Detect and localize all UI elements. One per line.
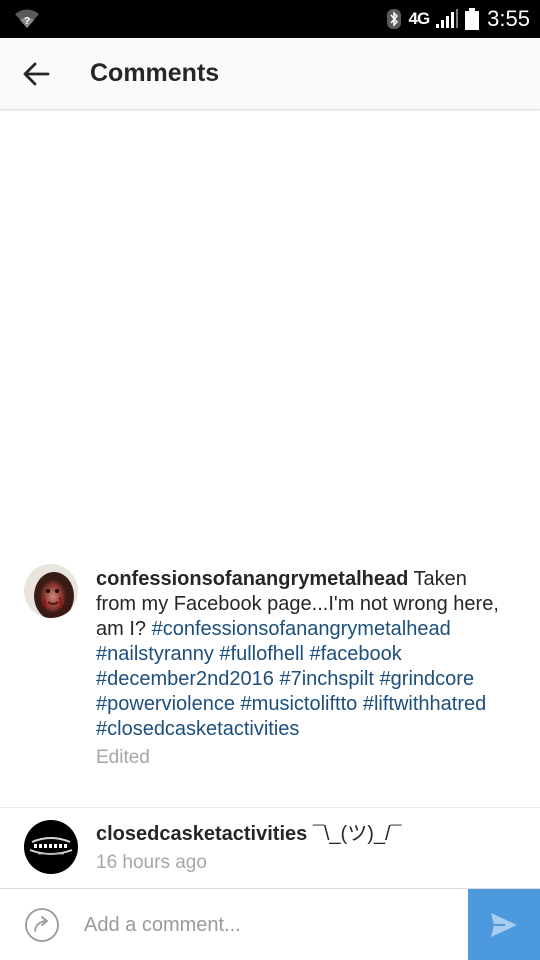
user-avatar-icon: [24, 564, 78, 618]
avatar[interactable]: [24, 564, 78, 618]
hashtag-link[interactable]: #december2nd2016: [96, 668, 274, 690]
hashtag-link[interactable]: #liftwithhatred: [363, 693, 486, 715]
comment-body: confessionsofanangrymetalhead Taken from…: [96, 567, 510, 770]
comment-input[interactable]: [84, 907, 454, 943]
comment-composer: [0, 888, 540, 960]
wifi-icon: ?: [15, 9, 39, 28]
hashtag-link[interactable]: #confessionsofanangrymetalhead: [152, 618, 451, 640]
hashtag-link[interactable]: #grindcore: [380, 668, 475, 690]
hashtag-link[interactable]: #musictoliftto: [241, 693, 358, 715]
bluetooth-icon: [387, 9, 402, 29]
hashtag-link[interactable]: #facebook: [309, 643, 401, 665]
caption-comment: confessionsofanangrymetalhead Taken from…: [0, 562, 540, 806]
battery-icon: [465, 8, 480, 30]
hashtag-link[interactable]: #powerviolence: [96, 693, 235, 715]
hashtag-link[interactable]: #nailstyranny: [96, 643, 214, 665]
send-button[interactable]: [468, 889, 540, 960]
status-time: 3:55: [487, 6, 530, 31]
reply-comment: closedcasketactivities ¯\_(ツ)_/¯ 16 hour…: [0, 807, 540, 888]
comment-username[interactable]: closedcasketactivities: [96, 823, 307, 845]
status-bar: ? 4G 3:55: [0, 0, 540, 38]
hashtag-link[interactable]: #fullofhell: [219, 643, 304, 665]
avatar[interactable]: [24, 820, 78, 874]
network-type: 4G: [408, 9, 430, 28]
comment-timestamp: 16 hours ago: [96, 852, 207, 873]
comment-body: closedcasketactivities ¯\_(ツ)_/¯ 16 hour…: [96, 822, 510, 875]
arrow-left-icon: [23, 62, 50, 86]
comment-username[interactable]: confessionsofanangrymetalhead: [96, 568, 408, 590]
back-button[interactable]: [14, 52, 58, 96]
send-icon: [491, 913, 517, 937]
svg-text:?: ?: [24, 16, 30, 27]
comment-text: ¯\_(ツ)_/¯: [312, 823, 402, 845]
page-title: Comments: [90, 59, 220, 87]
hashtag-link[interactable]: #closedcasketactivities: [96, 718, 299, 740]
signal-icon: [436, 9, 459, 28]
band-logo-avatar-icon: [24, 820, 78, 874]
edited-label: Edited: [96, 747, 150, 768]
share-arrow-icon[interactable]: [24, 907, 60, 943]
hashtag-link[interactable]: #7inchspilt: [279, 668, 374, 690]
app-bar: Comments: [0, 38, 540, 110]
